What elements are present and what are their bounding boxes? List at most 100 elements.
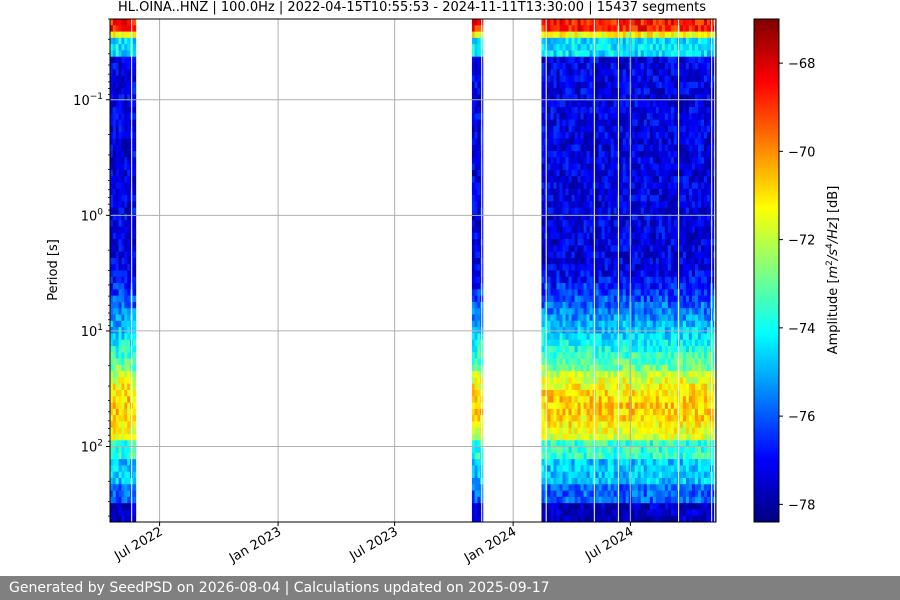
heatmap-cell <box>673 396 678 403</box>
heatmap-cell <box>658 19 663 26</box>
heatmap-cell <box>577 31 581 39</box>
heatmap-cell <box>679 276 684 284</box>
heatmap-cell <box>649 314 654 322</box>
heatmap-cell <box>643 50 648 58</box>
heatmap-cell <box>550 157 554 165</box>
heatmap-cell <box>595 440 600 447</box>
heatmap-cell <box>601 471 606 479</box>
heatmap-cell <box>613 308 618 315</box>
heatmap-cell <box>664 402 669 410</box>
heatmap-cell <box>640 289 645 297</box>
heatmap-cell <box>613 446 618 454</box>
heatmap-cell <box>634 408 639 416</box>
heatmap-cell <box>550 446 554 454</box>
heatmap-cell <box>562 471 566 479</box>
heatmap-cell <box>127 276 131 284</box>
heatmap-cell <box>595 276 600 284</box>
heatmap-cell <box>550 496 554 504</box>
heatmap-cell <box>646 452 651 460</box>
heatmap-cell <box>619 345 624 353</box>
heatmap-cell <box>685 421 690 429</box>
heatmap-cell <box>613 276 618 284</box>
heatmap-cell <box>553 226 557 234</box>
heatmap-cell <box>574 31 578 39</box>
heatmap-cell <box>625 232 630 240</box>
heatmap-cell <box>474 427 478 435</box>
heatmap-cell <box>595 339 600 347</box>
heatmap-cell <box>553 477 557 485</box>
heatmap-cell <box>685 459 690 466</box>
heatmap-cell <box>595 81 600 89</box>
heatmap-cell <box>568 320 572 328</box>
heatmap-cell <box>652 245 657 253</box>
heatmap-cell <box>118 402 122 410</box>
heatmap-cell <box>580 364 584 372</box>
heatmap-cell <box>547 364 551 372</box>
heatmap-cell <box>685 509 690 517</box>
heatmap-cell <box>685 427 690 435</box>
heatmap-cell <box>580 377 584 385</box>
heatmap-cell <box>613 100 618 108</box>
heatmap-cell <box>550 232 554 240</box>
heatmap-cell <box>610 465 615 473</box>
heatmap-cell <box>661 515 666 523</box>
heatmap-cell <box>132 56 137 64</box>
heatmap-cell <box>571 220 575 227</box>
heatmap-cell <box>661 31 666 39</box>
heatmap-cell <box>634 459 639 466</box>
heatmap-cell <box>571 358 575 366</box>
heatmap-cell <box>550 220 554 227</box>
heatmap-cell <box>112 377 117 385</box>
heatmap-cell <box>670 56 675 64</box>
heatmap-cell <box>541 433 545 441</box>
heatmap-cell <box>607 276 612 284</box>
heatmap-cell <box>589 81 594 89</box>
heatmap-cell <box>562 333 566 341</box>
heatmap-cell <box>556 276 560 284</box>
heatmap-cell <box>577 427 581 435</box>
heatmap-cell <box>688 132 693 139</box>
heatmap-cell <box>658 119 663 127</box>
heatmap-cell <box>586 270 591 278</box>
heatmap-cell <box>658 226 663 234</box>
heatmap-cell <box>613 69 618 76</box>
heatmap-cell <box>673 402 678 410</box>
heatmap-cell <box>655 301 660 309</box>
heatmap-cell <box>670 207 675 215</box>
heatmap-cell <box>556 364 560 372</box>
heatmap-cell <box>112 276 117 284</box>
heatmap-cell <box>643 69 648 76</box>
heatmap-cell <box>667 371 672 378</box>
heatmap-cell <box>547 496 551 504</box>
heatmap-cell <box>471 239 476 246</box>
heatmap-cell <box>661 484 666 491</box>
heatmap-cell <box>613 270 618 278</box>
heatmap-cell <box>649 345 654 353</box>
heatmap-cell <box>121 433 125 441</box>
heatmap-cell <box>132 176 137 183</box>
heatmap-cell <box>637 63 642 70</box>
heatmap-cell <box>577 440 581 447</box>
heatmap-cell <box>634 163 639 171</box>
heatmap-cell <box>595 496 600 504</box>
heatmap-cell <box>667 257 672 265</box>
heatmap-cell <box>640 100 645 108</box>
heatmap-cell <box>610 100 615 108</box>
heatmap-cell <box>565 276 569 284</box>
heatmap-cell <box>115 151 119 158</box>
heatmap-cell <box>613 245 618 253</box>
heatmap-cell <box>673 358 678 366</box>
heatmap-cell <box>682 320 687 328</box>
heatmap-cell <box>577 389 581 397</box>
heatmap-cell <box>115 63 119 70</box>
heatmap-cell <box>601 239 606 246</box>
heatmap-cell <box>477 408 481 416</box>
heatmap-cell <box>556 19 560 26</box>
heatmap-cell <box>664 182 669 190</box>
heatmap-cell <box>619 295 624 303</box>
heatmap-cell <box>667 63 672 70</box>
heatmap-cell <box>559 81 563 89</box>
heatmap-cell <box>471 459 476 466</box>
heatmap-cell <box>121 427 125 435</box>
heatmap-cell <box>471 182 476 190</box>
